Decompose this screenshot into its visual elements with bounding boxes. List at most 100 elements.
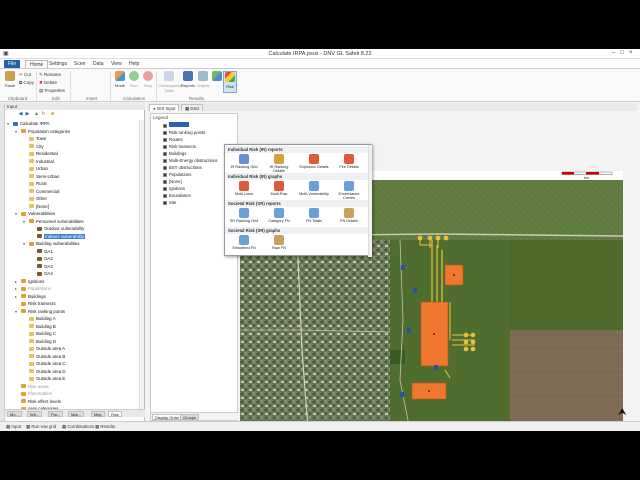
layer-checkbox[interactable] [163, 158, 167, 163]
minimize-icon[interactable]: – [612, 50, 615, 56]
menu-item-category-fn[interactable]: Category FN [264, 208, 294, 223]
close-icon[interactable]: × [629, 50, 633, 56]
legend-item[interactable]: Multi-Energy obstructions [163, 157, 217, 164]
tab-grid[interactable]: ▦ Grid [181, 104, 203, 111]
status-combinations[interactable]: ▦ Combinations [62, 424, 94, 430]
expand-toggle-icon[interactable]: ▾ [23, 218, 25, 225]
tab-gis-input[interactable]: ● GIS Input [149, 104, 180, 111]
expand-toggle-icon[interactable]: ▾ [15, 210, 17, 217]
status-run-row-grid[interactable]: ▦ Run row grid [26, 424, 56, 430]
expand-toggle-icon[interactable]: ▾ [15, 308, 17, 315]
tree-item[interactable]: ▾ Vulnerabilities [15, 210, 55, 217]
layer-checkbox[interactable] [163, 130, 167, 135]
menu-item-multi-lines[interactable]: Multi-Lines [229, 181, 259, 196]
tree-item[interactable]: Risk areas [21, 383, 49, 390]
tree-item[interactable]: Building A [29, 315, 56, 322]
tree-item[interactable]: OA2 [37, 255, 53, 262]
tab-map[interactable]: Map [91, 411, 105, 417]
tab-scen[interactable]: Scen [70, 60, 89, 68]
menu-item-multi-vulnerability[interactable]: Multi-Vulnerability [299, 181, 329, 196]
menu-item-ir-ranking-details[interactable]: IR Ranking Details [264, 154, 294, 173]
tree-scrollbar[interactable] [139, 120, 144, 415]
layer-checkbox[interactable] [163, 172, 167, 177]
menu-item-multi-row[interactable]: Multi-Row [264, 181, 294, 196]
expand-toggle-icon[interactable]: ▸ [15, 285, 17, 292]
menu-item-explosion-details[interactable]: Explosion Details [299, 154, 329, 169]
mode-button[interactable]: Mode [113, 71, 127, 93]
layer-checkbox[interactable] [163, 144, 167, 149]
consequence-table-button[interactable]: Consequence Table [158, 71, 183, 93]
tree-item[interactable]: ▾ Calculate IRPA [7, 120, 49, 127]
legend-item[interactable]: Routes [163, 136, 183, 143]
tree-item[interactable]: OA3 [37, 263, 53, 270]
tree-item[interactable]: Other [29, 195, 47, 202]
legend-item[interactable]: Site [163, 199, 176, 206]
tree-item[interactable]: Flammables [21, 390, 52, 397]
tree-item[interactable]: Risk effect levels [21, 398, 61, 405]
tab-models[interactable]: Mo... [7, 411, 22, 417]
tab-view[interactable]: View [107, 60, 126, 68]
legend-item[interactable] [163, 122, 189, 129]
expand-toggle-icon[interactable]: ▾ [23, 240, 25, 247]
tab-display-order[interactable]: Display Order [152, 414, 183, 420]
tree-item[interactable]: Outside area C [29, 360, 66, 367]
tree-item[interactable]: Outside area D [29, 368, 66, 375]
tree-item[interactable]: Indoors vulnerability [37, 233, 86, 240]
layer-checkbox[interactable] [163, 179, 167, 184]
tree-item[interactable]: Building D [29, 338, 56, 345]
tree-item[interactable]: Outdoor vulnerability [37, 225, 84, 232]
tree-item[interactable]: Urban [29, 165, 48, 172]
legend-item[interactable]: Populations [163, 171, 191, 178]
layer-checkbox[interactable] [163, 137, 167, 142]
tree-item[interactable]: Rural [29, 180, 47, 187]
menu-item-smoothed-fn[interactable]: Smoothed FN [229, 235, 259, 250]
layer-checkbox[interactable] [163, 123, 167, 128]
tree-item[interactable]: ▾ Personnel vulnerabilities [23, 218, 84, 225]
layer-checkbox[interactable] [163, 165, 167, 170]
tree-item[interactable]: Risk transects [21, 300, 56, 307]
legend-item[interactable]: Buildings [163, 150, 186, 157]
tab-parameters[interactable]: Par... [48, 411, 64, 417]
risk-button[interactable]: Risk [223, 71, 237, 93]
back-icon[interactable]: ◀ [18, 112, 23, 117]
tree-item[interactable]: Building C [29, 330, 56, 337]
legend-item[interactable]: Ignitions [163, 185, 185, 192]
expand-toggle-icon[interactable]: ▸ [15, 293, 17, 300]
rename-button[interactable]: ✎ Rename [39, 72, 61, 78]
tab-weather[interactable]: Wit... [27, 411, 43, 417]
tab-settings[interactable]: Settings [45, 60, 71, 68]
tree-item[interactable]: ▾ Building vulnerabilities [23, 240, 79, 247]
tree-item[interactable]: Building B [29, 323, 56, 330]
layer-checkbox[interactable] [163, 151, 167, 156]
tree-item[interactable]: Outside area E [29, 375, 65, 382]
tree-item[interactable]: ▾ Population categories [15, 128, 70, 135]
tab-materials[interactable]: Mat... [68, 411, 85, 417]
legend-item[interactable]: [None] [163, 178, 182, 185]
menu-item-ir-ranking-grid[interactable]: IR Ranking Grid [229, 154, 259, 169]
tab-groups[interactable]: Groups [180, 414, 200, 420]
legend-item[interactable]: BST obstructions [163, 164, 202, 171]
forward-icon[interactable]: ▶ [25, 112, 30, 117]
expand-toggle-icon[interactable]: ▾ [7, 120, 9, 127]
tree-item[interactable]: Residential [29, 150, 58, 157]
menu-item-fn-details[interactable]: FN Details [334, 208, 364, 223]
run-button[interactable]: Run [127, 71, 141, 93]
status-input[interactable]: ▦ Input [6, 424, 21, 430]
tree-item[interactable]: OA4 [37, 270, 53, 277]
menu-item-raw-fn[interactable]: Raw FN [264, 235, 294, 250]
maximize-icon[interactable]: □ [620, 50, 624, 56]
reports-button[interactable]: Reports [181, 71, 195, 93]
tree-item[interactable]: City [29, 143, 44, 150]
status-results[interactable]: ▦ Results [95, 424, 115, 430]
up-icon[interactable]: ▲ [34, 112, 39, 117]
expand-toggle-icon[interactable]: ▾ [15, 128, 17, 135]
menu-scrollbar[interactable] [368, 145, 372, 257]
legend-item[interactable]: Boundaries [163, 192, 191, 199]
menu-item-sr-ranking-grid[interactable]: SR Ranking Grid [229, 208, 259, 223]
tree-item[interactable]: Outside area A [29, 345, 65, 352]
graphs-button[interactable]: Graphs [196, 71, 210, 93]
delete-button[interactable]: ✖ Delete [39, 80, 57, 86]
tree-item[interactable]: Semi-Urban [29, 173, 59, 180]
tree-item[interactable]: Outside area B [29, 353, 65, 360]
tree-item[interactable]: ▸ Populations [15, 285, 51, 292]
